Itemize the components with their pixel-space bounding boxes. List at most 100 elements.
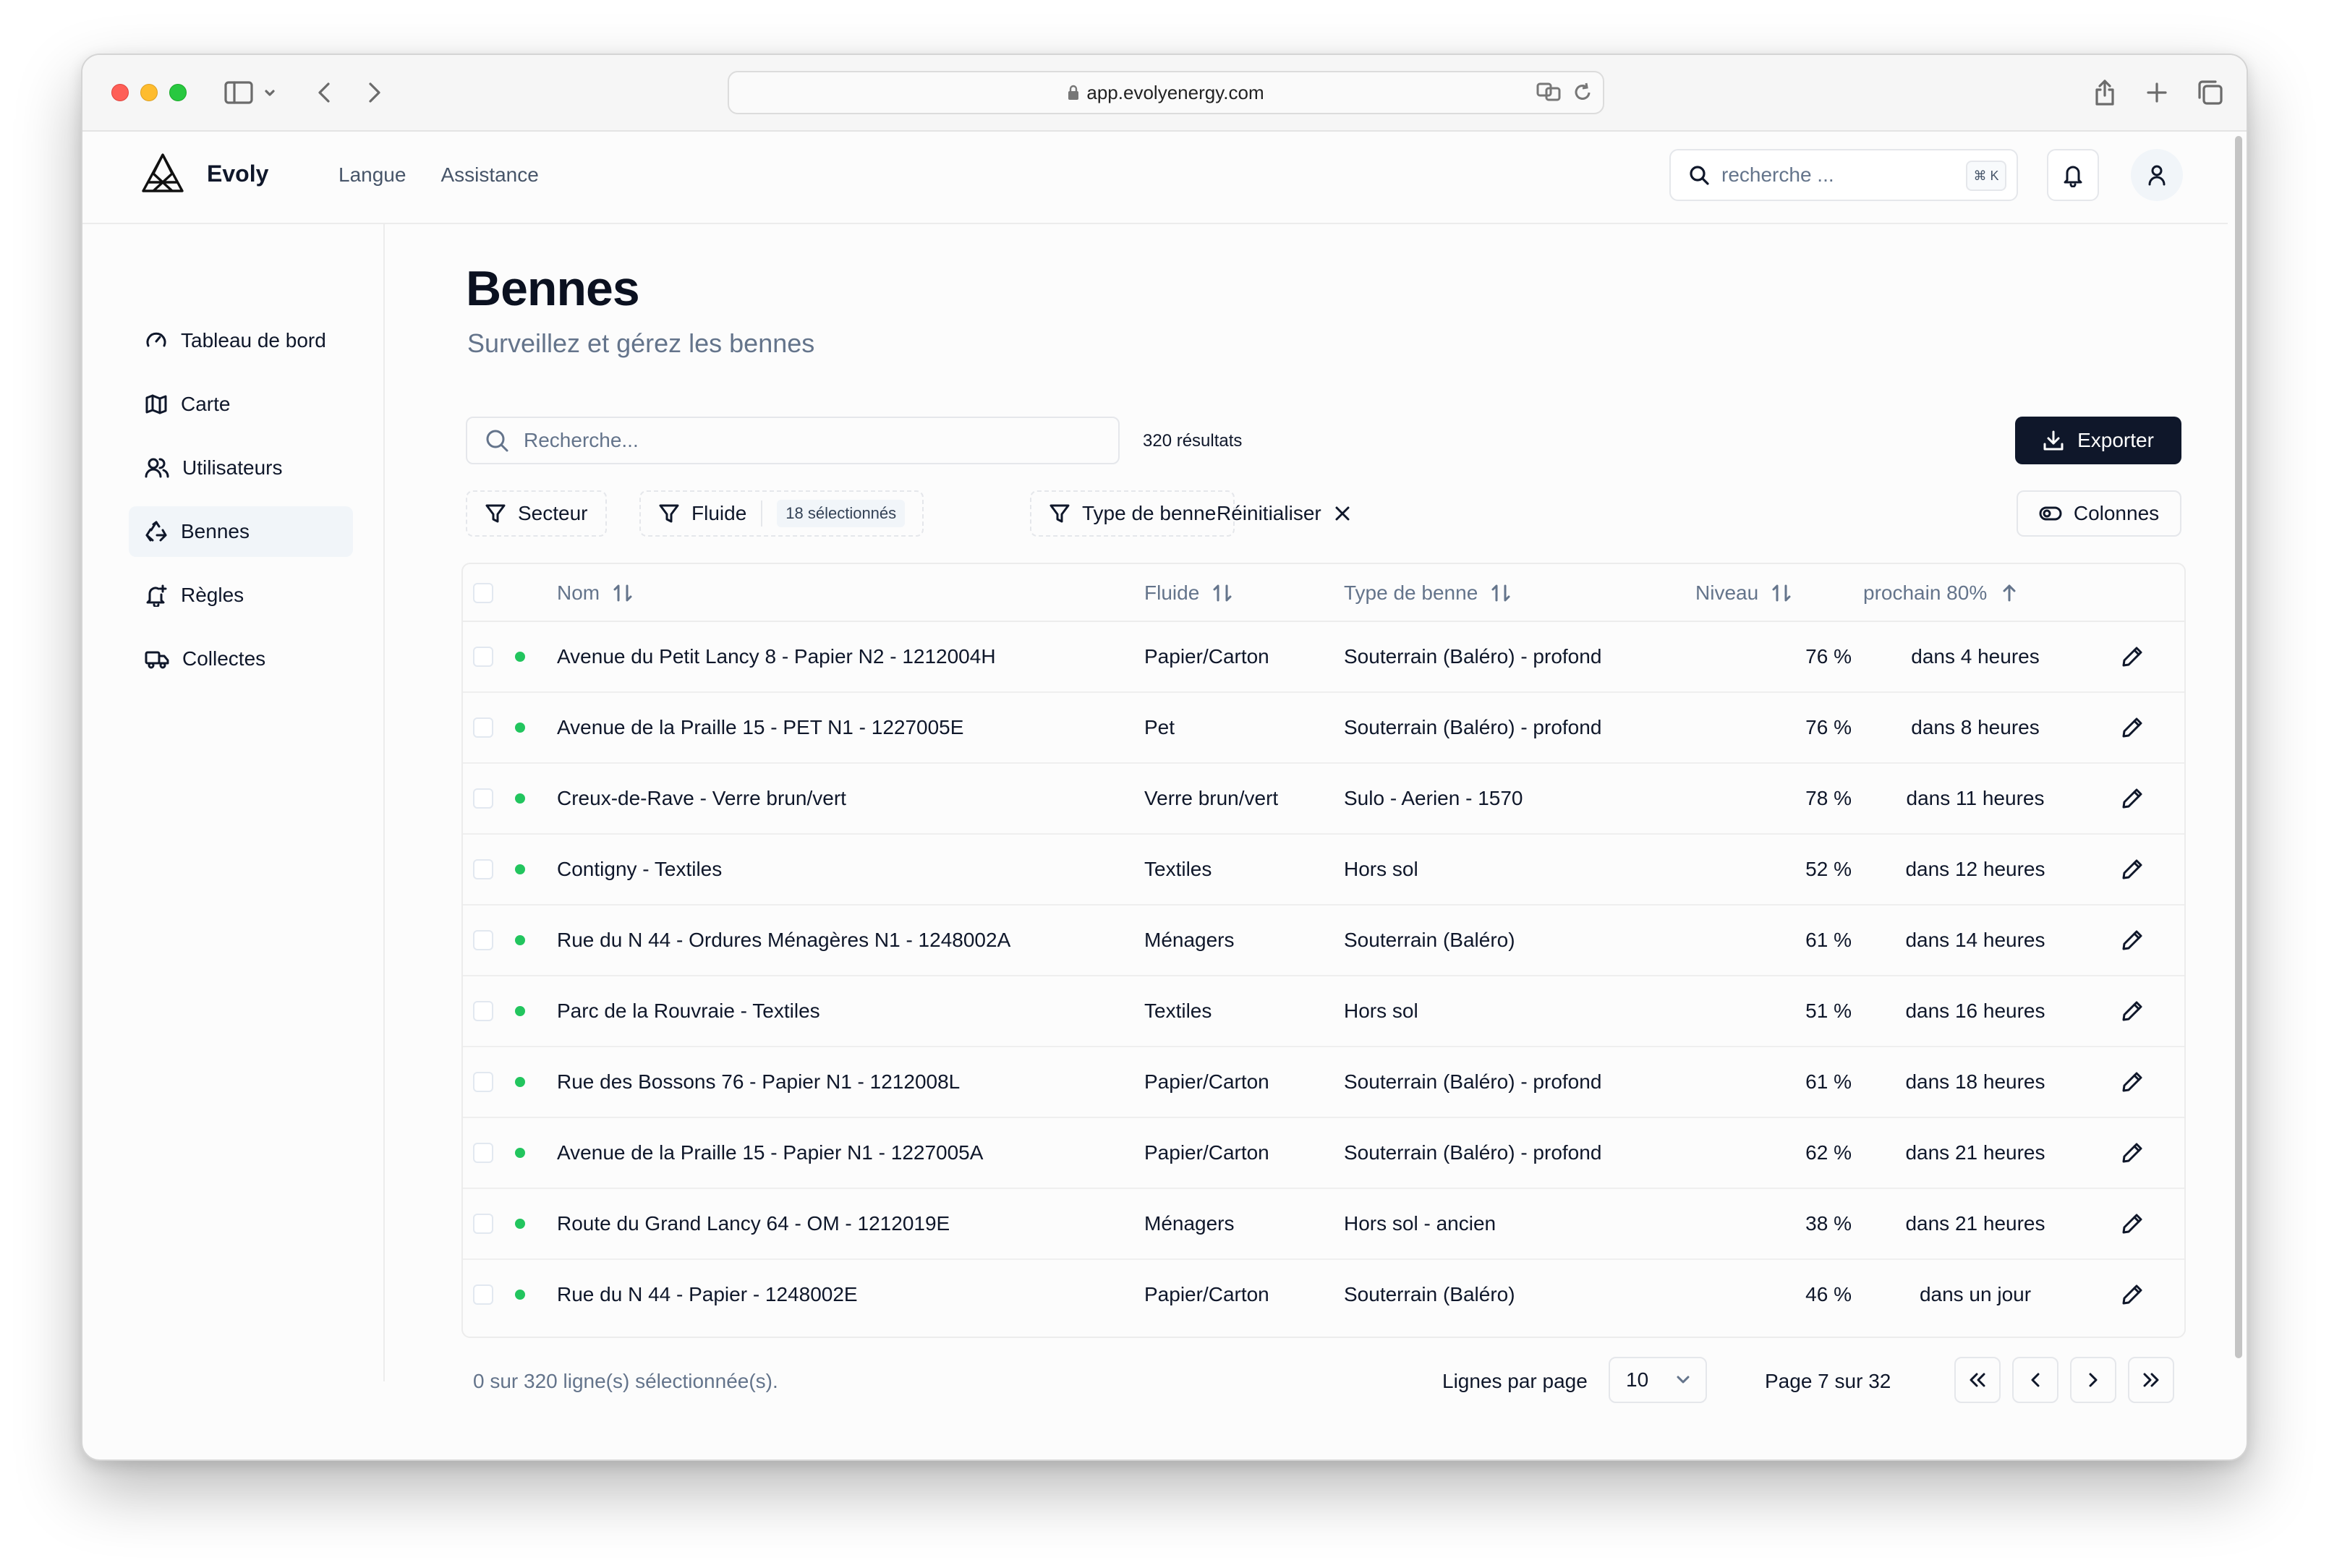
rows-per-page-select[interactable]: 10 [1609, 1357, 1707, 1403]
translate-icon[interactable] [1536, 81, 1562, 103]
global-search[interactable]: recherche ... ⌘ K [1669, 149, 2018, 201]
column-header-type[interactable]: Type de benne [1344, 564, 1511, 622]
sidebar-item-carte[interactable]: Carte [129, 379, 353, 430]
columns-button[interactable]: Colonnes [2017, 490, 2181, 537]
table-row[interactable]: Route du Grand Lancy 64 - OM - 1212019E M… [463, 1189, 2184, 1260]
edit-button[interactable] [2118, 926, 2147, 955]
previous-page-button[interactable] [2012, 1357, 2058, 1403]
cell-nom: Parc de la Rouvraie - Textiles [557, 1000, 820, 1022]
nav-langue[interactable]: Langue [339, 163, 406, 187]
filter-fluide[interactable]: Fluide 18 sélectionnés [639, 490, 924, 537]
edit-button[interactable] [2118, 1209, 2147, 1238]
tab-overview-icon[interactable] [2194, 77, 2226, 108]
row-checkbox[interactable] [473, 788, 493, 809]
column-header-label: Type de benne [1344, 581, 1478, 604]
table-header: Nom Fluide Type de benne Niveau prochain… [463, 564, 2184, 622]
filter-type-de-benne[interactable]: Type de benne [1030, 490, 1235, 537]
address-bar[interactable]: app.evolyenergy.com [728, 71, 1604, 114]
sidebar-item-tableau-de-bord[interactable]: Tableau de bord [129, 315, 353, 366]
table-row[interactable]: Avenue de la Praille 15 - PET N1 - 12270… [463, 693, 2184, 764]
page-scrollbar[interactable] [2234, 136, 2244, 1409]
table-row[interactable]: Avenue de la Praille 15 - Papier N1 - 12… [463, 1118, 2184, 1189]
filter-fluide-badge: 18 sélectionnés [777, 500, 906, 527]
sidebar-item-bennes[interactable]: Bennes [129, 506, 353, 557]
export-button[interactable]: Exporter [2015, 417, 2181, 464]
scrollbar-thumb[interactable] [2235, 136, 2242, 1358]
edit-button[interactable] [2118, 784, 2147, 813]
row-checkbox[interactable] [473, 930, 493, 950]
chevron-down-icon[interactable] [260, 77, 279, 108]
column-header-label: prochain 80% [1863, 581, 1988, 604]
table-row[interactable]: Avenue du Petit Lancy 8 - Papier N2 - 12… [463, 622, 2184, 693]
zoom-window-button[interactable] [169, 84, 187, 101]
column-header-prochain[interactable]: prochain 80% [1863, 564, 2019, 622]
sidebar-item-collectes[interactable]: Collectes [129, 634, 353, 684]
table-search[interactable] [466, 417, 1120, 464]
sidebar-item-utilisateurs[interactable]: Utilisateurs [129, 443, 353, 493]
app-header: Evoly Langue Assistance recherche ... ⌘ … [82, 132, 2228, 224]
edit-button[interactable] [2118, 713, 2147, 742]
recycle-icon [145, 521, 167, 542]
edit-button[interactable] [2118, 1138, 2147, 1167]
filter-secteur[interactable]: Secteur [466, 490, 607, 537]
cell-prochain: dans un jour [1919, 1283, 2032, 1305]
rows-per-page-label: Lignes par page [1442, 1370, 1588, 1392]
last-page-button[interactable] [2128, 1357, 2174, 1403]
new-tab-icon[interactable] [2142, 77, 2171, 108]
column-header-niveau[interactable]: Niveau [1695, 564, 1792, 622]
notifications-button[interactable] [2047, 149, 2099, 201]
minimize-window-button[interactable] [140, 84, 158, 101]
gauge-icon [146, 332, 166, 347]
pencil-icon [2122, 788, 2142, 809]
table-row[interactable]: Contigny - Textiles Textiles Hors sol 52 % d… [463, 835, 2184, 906]
nav-assistance[interactable]: Assistance [440, 163, 538, 187]
row-checkbox[interactable] [473, 859, 493, 879]
reload-icon[interactable] [1572, 81, 1593, 103]
select-all-checkbox[interactable] [473, 583, 493, 603]
cell-fluide: Textiles [1144, 1000, 1212, 1022]
back-icon[interactable] [310, 77, 339, 108]
column-header-fluide[interactable]: Fluide [1144, 564, 1232, 622]
table-row[interactable]: Rue du N 44 - Ordures Ménagères N1 - 124… [463, 906, 2184, 976]
status-dot [515, 1148, 525, 1158]
filter-icon [659, 504, 679, 523]
table-search-input[interactable] [524, 429, 1073, 452]
user-menu-button[interactable] [2131, 149, 2183, 201]
column-header-label: Nom [557, 581, 600, 604]
table-row[interactable]: Creux-de-Rave - Verre brun/vert Verre bru… [463, 764, 2184, 835]
column-header-nom[interactable]: Nom [557, 564, 633, 622]
edit-button[interactable] [2118, 997, 2147, 1026]
filter-type-label: Type de benne [1082, 502, 1217, 524]
next-page-button[interactable] [2070, 1357, 2116, 1403]
sidebar-item-regles[interactable]: Règles [129, 570, 353, 621]
edit-button[interactable] [2118, 642, 2147, 671]
edit-button[interactable] [2118, 1280, 2147, 1309]
table-row[interactable]: Rue du N 44 - Papier - 1248002E Papier/Ca… [463, 1260, 2184, 1331]
edit-button[interactable] [2118, 855, 2147, 884]
pencil-icon [2122, 647, 2142, 667]
row-checkbox[interactable] [473, 1284, 493, 1305]
brand-logo[interactable]: Evoly [140, 152, 268, 195]
reset-filters-button[interactable]: Réinitialiser [1208, 490, 1359, 537]
row-checkbox[interactable] [473, 1072, 493, 1092]
close-icon [1335, 506, 1350, 521]
cell-niveau: 76 % [1805, 645, 1852, 668]
close-window-button[interactable] [111, 84, 129, 101]
table-row[interactable]: Parc de la Rouvraie - Textiles Textiles Ho… [463, 976, 2184, 1047]
evoly-logo-icon [142, 153, 184, 192]
table-row[interactable]: Rue des Bossons 76 - Papier N1 - 1212008… [463, 1047, 2184, 1118]
browser-window: app.evolyenergy.com Evoly Langue Assista… [81, 54, 2248, 1461]
cell-prochain: dans 16 heures [1905, 1000, 2045, 1022]
edit-button[interactable] [2118, 1068, 2147, 1096]
cell-prochain: dans 8 heures [1911, 716, 2040, 738]
row-checkbox[interactable] [473, 1001, 493, 1021]
share-icon[interactable] [2090, 77, 2119, 108]
row-checkbox[interactable] [473, 647, 493, 667]
row-checkbox[interactable] [473, 717, 493, 738]
bennes-table: Nom Fluide Type de benne Niveau prochain… [461, 563, 2186, 1338]
forward-icon[interactable] [360, 77, 389, 108]
row-checkbox[interactable] [473, 1143, 493, 1163]
row-checkbox[interactable] [473, 1214, 493, 1234]
first-page-button[interactable] [1954, 1357, 2001, 1403]
sidebar-toggle-icon[interactable] [223, 77, 255, 108]
